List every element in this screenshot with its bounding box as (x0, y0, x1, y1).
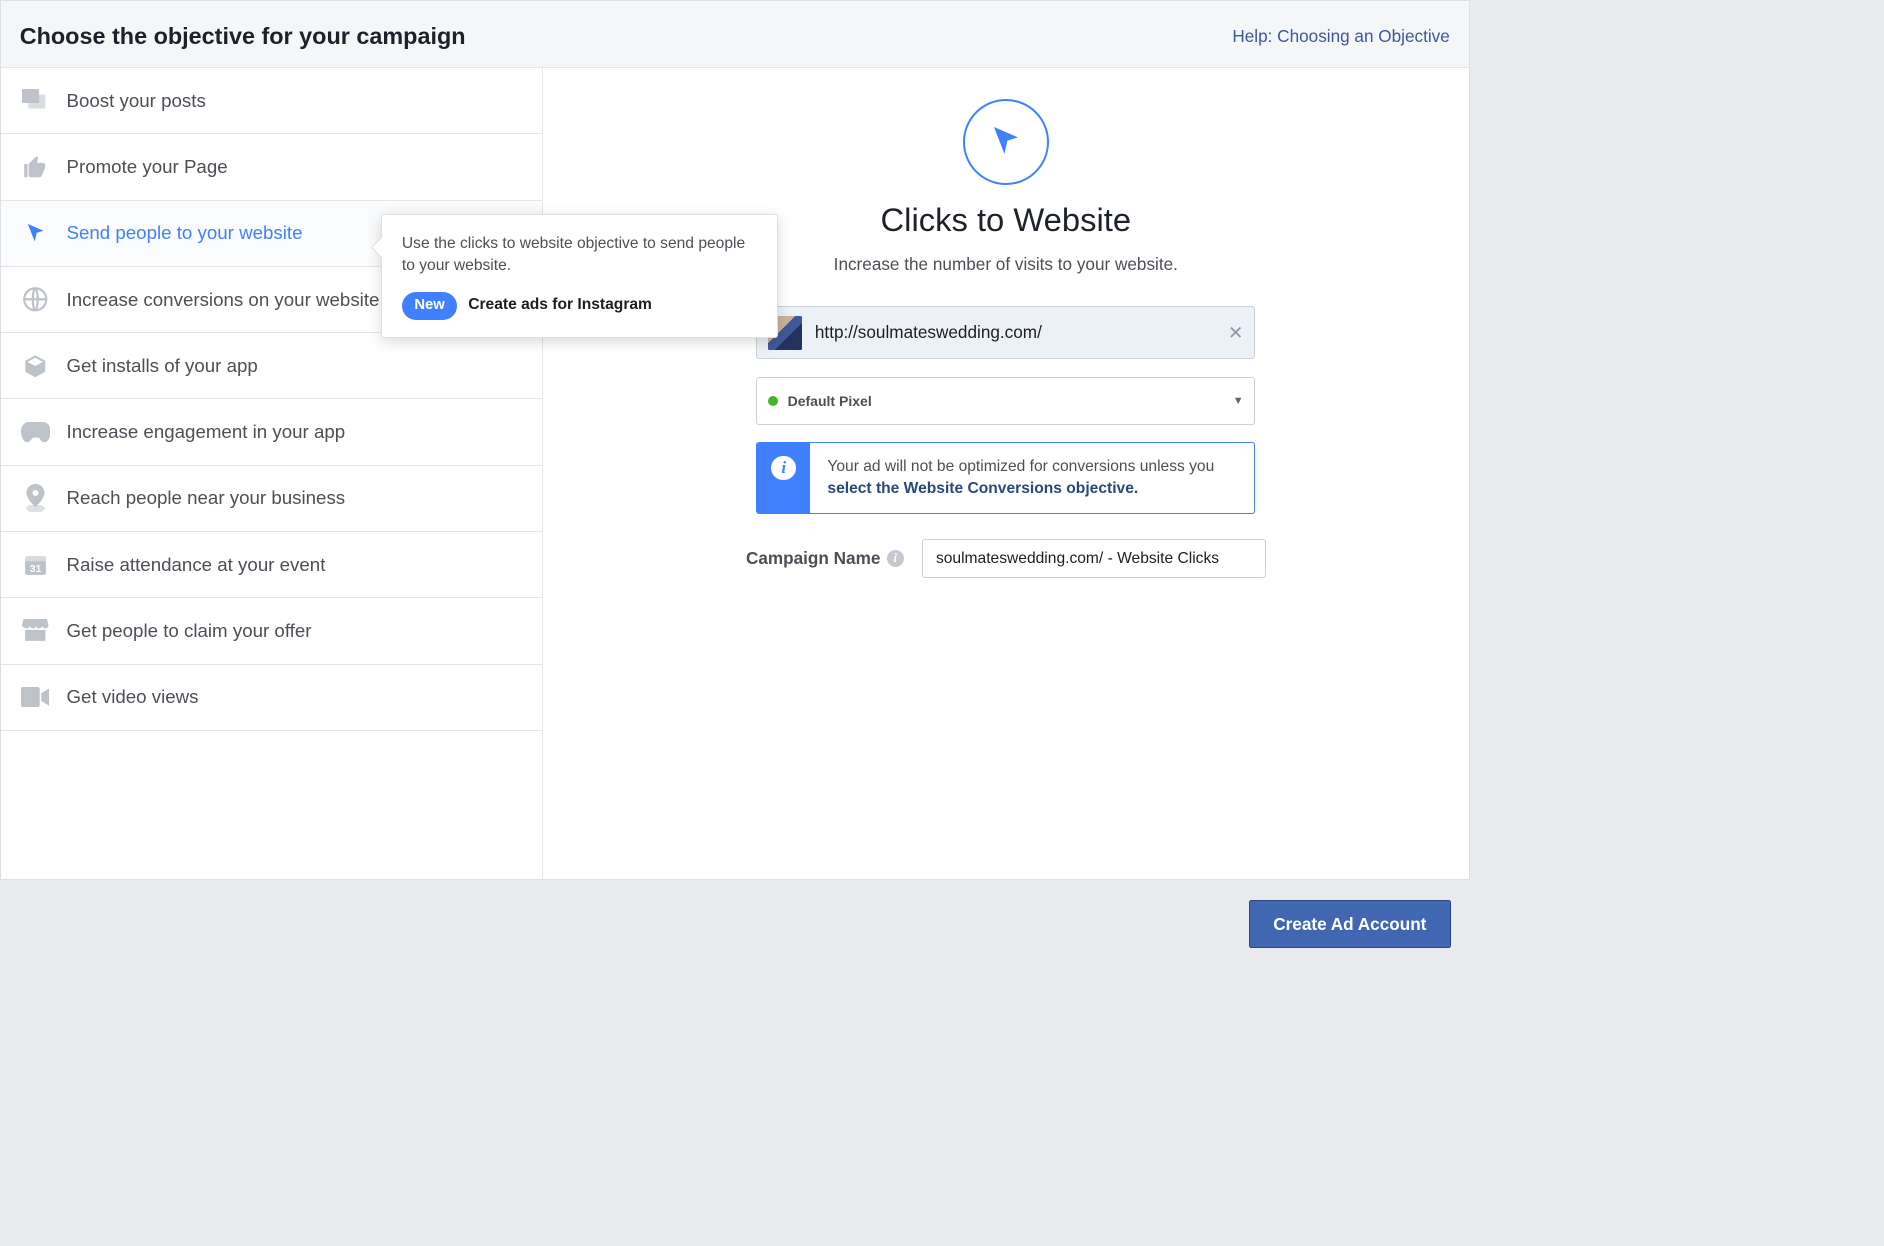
website-conversions-link[interactable]: select the Website Conversions objective… (827, 480, 1138, 497)
objective-boost-posts[interactable]: Boost your posts (1, 68, 542, 134)
box-icon (20, 350, 51, 381)
info-panel-body: Your ad will not be optimized for conver… (810, 443, 1254, 513)
info-text: Your ad will not be optimized for conver… (827, 458, 1214, 475)
clear-url-icon[interactable]: ✕ (1228, 322, 1244, 344)
calendar-icon: 31 (20, 549, 51, 580)
footer-bar: Create Ad Account (0, 880, 1470, 969)
details-subtitle: Increase the number of visits to your we… (834, 254, 1178, 275)
campaign-name-input[interactable] (922, 539, 1265, 578)
tooltip-text: Use the clicks to website objective to s… (402, 233, 757, 278)
objective-local-reach[interactable]: Reach people near your business (1, 466, 542, 532)
campaign-objective-panel: Choose the objective for your campaign H… (0, 0, 1470, 880)
objective-label: Increase conversions on your website (67, 289, 380, 311)
objective-label: Get video views (67, 686, 199, 708)
objective-label: Raise attendance at your event (67, 554, 326, 576)
objective-app-installs[interactable]: Get installs of your app (1, 333, 542, 399)
info-panel-accent: i (757, 443, 810, 513)
panel-content: Boost your posts Promote your Page Send … (1, 68, 1469, 879)
conversion-info-panel: i Your ad will not be optimized for conv… (756, 442, 1255, 514)
cursor-icon (20, 218, 51, 249)
tooltip-extra: Create ads for Instagram (468, 294, 652, 317)
objective-label: Get installs of your app (67, 355, 258, 377)
pixel-select[interactable]: Default Pixel ▼ (756, 377, 1255, 425)
page-title: Choose the objective for your campaign (20, 23, 466, 50)
objective-promote-page[interactable]: Promote your Page (1, 134, 542, 200)
objective-tooltip: Use the clicks to website objective to s… (381, 214, 779, 337)
objective-list: Boost your posts Promote your Page Send … (1, 68, 543, 879)
objective-video-views[interactable]: Get video views (1, 665, 542, 731)
chevron-down-icon: ▼ (1233, 395, 1244, 407)
objective-event-attendance[interactable]: 31 Raise attendance at your event (1, 532, 542, 598)
create-ad-account-button[interactable]: Create Ad Account (1249, 900, 1451, 948)
gamepad-icon (20, 417, 51, 448)
objective-label: Send people to your website (67, 222, 303, 244)
like-icon (20, 151, 51, 182)
objective-label: Reach people near your business (67, 487, 346, 509)
objective-app-engagement[interactable]: Increase engagement in your app (1, 399, 542, 465)
video-icon (20, 682, 51, 713)
objective-label: Increase engagement in your app (67, 421, 346, 443)
panel-header: Choose the objective for your campaign H… (1, 1, 1469, 68)
objective-label: Get people to claim your offer (67, 620, 312, 642)
help-link[interactable]: Help: Choosing an Objective (1232, 26, 1449, 47)
website-url-field[interactable]: http://soulmateswedding.com/ ✕ (756, 306, 1255, 359)
status-dot-icon (768, 396, 778, 406)
details-title: Clicks to Website (881, 201, 1132, 239)
campaign-name-label: Campaign Name (746, 548, 880, 569)
info-icon[interactable]: i (887, 550, 904, 567)
cursor-hero-icon (963, 99, 1049, 185)
storefront-icon (20, 615, 51, 646)
info-icon: i (771, 456, 796, 481)
campaign-name-row: Campaign Name i (746, 539, 1266, 578)
globe-icon (20, 284, 51, 315)
svg-text:31: 31 (30, 564, 42, 575)
posts-icon (20, 85, 51, 116)
objective-label: Boost your posts (67, 90, 206, 112)
pixel-name: Default Pixel (788, 393, 872, 409)
objective-claim-offer[interactable]: Get people to claim your offer (1, 598, 542, 664)
url-text: http://soulmateswedding.com/ (815, 322, 1228, 343)
location-icon (20, 483, 51, 514)
objective-label: Promote your Page (67, 156, 228, 178)
new-badge: New (402, 292, 457, 320)
objective-details: Clicks to Website Increase the number of… (543, 68, 1468, 879)
